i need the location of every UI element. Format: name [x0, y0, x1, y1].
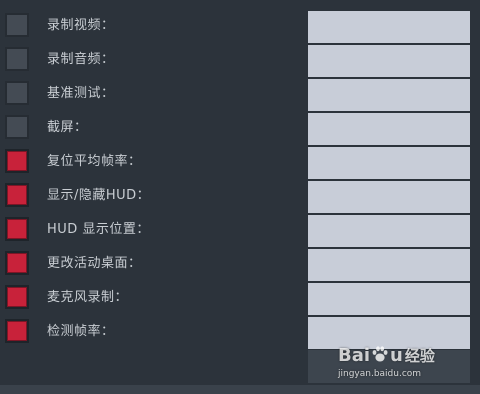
screenshot-checkbox[interactable]: [5, 115, 29, 139]
settings-row-toggle-hud: 显示/隐藏HUD：: [0, 180, 480, 214]
watermark-logo-text-right: u: [390, 345, 403, 366]
reset-avg-fps-label: 复位平均帧率：: [47, 154, 142, 169]
screenshot-hotkey-field[interactable]: [308, 113, 470, 145]
hud-position-label: HUD 显示位置：: [47, 222, 150, 237]
reset-avg-fps-checkbox[interactable]: [5, 149, 29, 173]
baidu-jingyan-watermark: Bai u 经验 jingyan.baidu.com: [338, 340, 478, 390]
record-video-checkbox[interactable]: [5, 13, 29, 37]
screenshot-label: 截屏：: [47, 120, 88, 135]
record-audio-hotkey-field[interactable]: [308, 45, 470, 77]
mic-record-label: 麦克风录制：: [47, 290, 129, 305]
watermark-logo: Bai u 经验: [338, 344, 435, 367]
settings-row-record-video: 录制视频：: [0, 10, 480, 44]
settings-row-change-desktop: 更改活动桌面：: [0, 248, 480, 282]
watermark-logo-suffix: 经验: [404, 347, 435, 365]
change-desktop-checkbox[interactable]: [5, 251, 29, 275]
settings-row-mic-record: 麦克风录制：: [0, 282, 480, 316]
benchmark-hotkey-field[interactable]: [308, 79, 470, 111]
settings-row-screenshot: 截屏：: [0, 112, 480, 146]
detect-fps-label: 检测帧率：: [47, 324, 115, 339]
toggle-hud-checkbox[interactable]: [5, 183, 29, 207]
hud-position-checkbox[interactable]: [5, 217, 29, 241]
detect-fps-checkbox[interactable]: [5, 319, 29, 343]
settings-list: 录制视频： 录制音频： 基准测试： 截屏： 复位平均帧率： 显示/隐藏HUD： …: [0, 10, 480, 350]
record-audio-label: 录制音频：: [47, 52, 115, 67]
record-video-hotkey-field[interactable]: [308, 11, 470, 43]
settings-row-hud-position: HUD 显示位置：: [0, 214, 480, 248]
record-video-label: 录制视频：: [47, 18, 115, 33]
reset-avg-fps-hotkey-field[interactable]: [308, 147, 470, 179]
benchmark-checkbox[interactable]: [5, 81, 29, 105]
change-desktop-hotkey-field[interactable]: [308, 249, 470, 281]
hud-position-hotkey-field[interactable]: [308, 215, 470, 247]
settings-row-benchmark: 基准测试：: [0, 78, 480, 112]
mic-record-hotkey-field[interactable]: [308, 283, 470, 315]
mic-record-checkbox[interactable]: [5, 285, 29, 309]
settings-row-reset-avg-fps: 复位平均帧率：: [0, 146, 480, 180]
change-desktop-label: 更改活动桌面：: [47, 256, 142, 271]
benchmark-label: 基准测试：: [47, 86, 115, 101]
toggle-hud-hotkey-field[interactable]: [308, 181, 470, 213]
watermark-url: jingyan.baidu.com: [338, 369, 422, 379]
paw-icon: [372, 346, 388, 362]
watermark-logo-text-left: Bai: [338, 345, 371, 366]
record-audio-checkbox[interactable]: [5, 47, 29, 71]
settings-row-record-audio: 录制音频：: [0, 44, 480, 78]
toggle-hud-label: 显示/隐藏HUD：: [47, 188, 151, 203]
